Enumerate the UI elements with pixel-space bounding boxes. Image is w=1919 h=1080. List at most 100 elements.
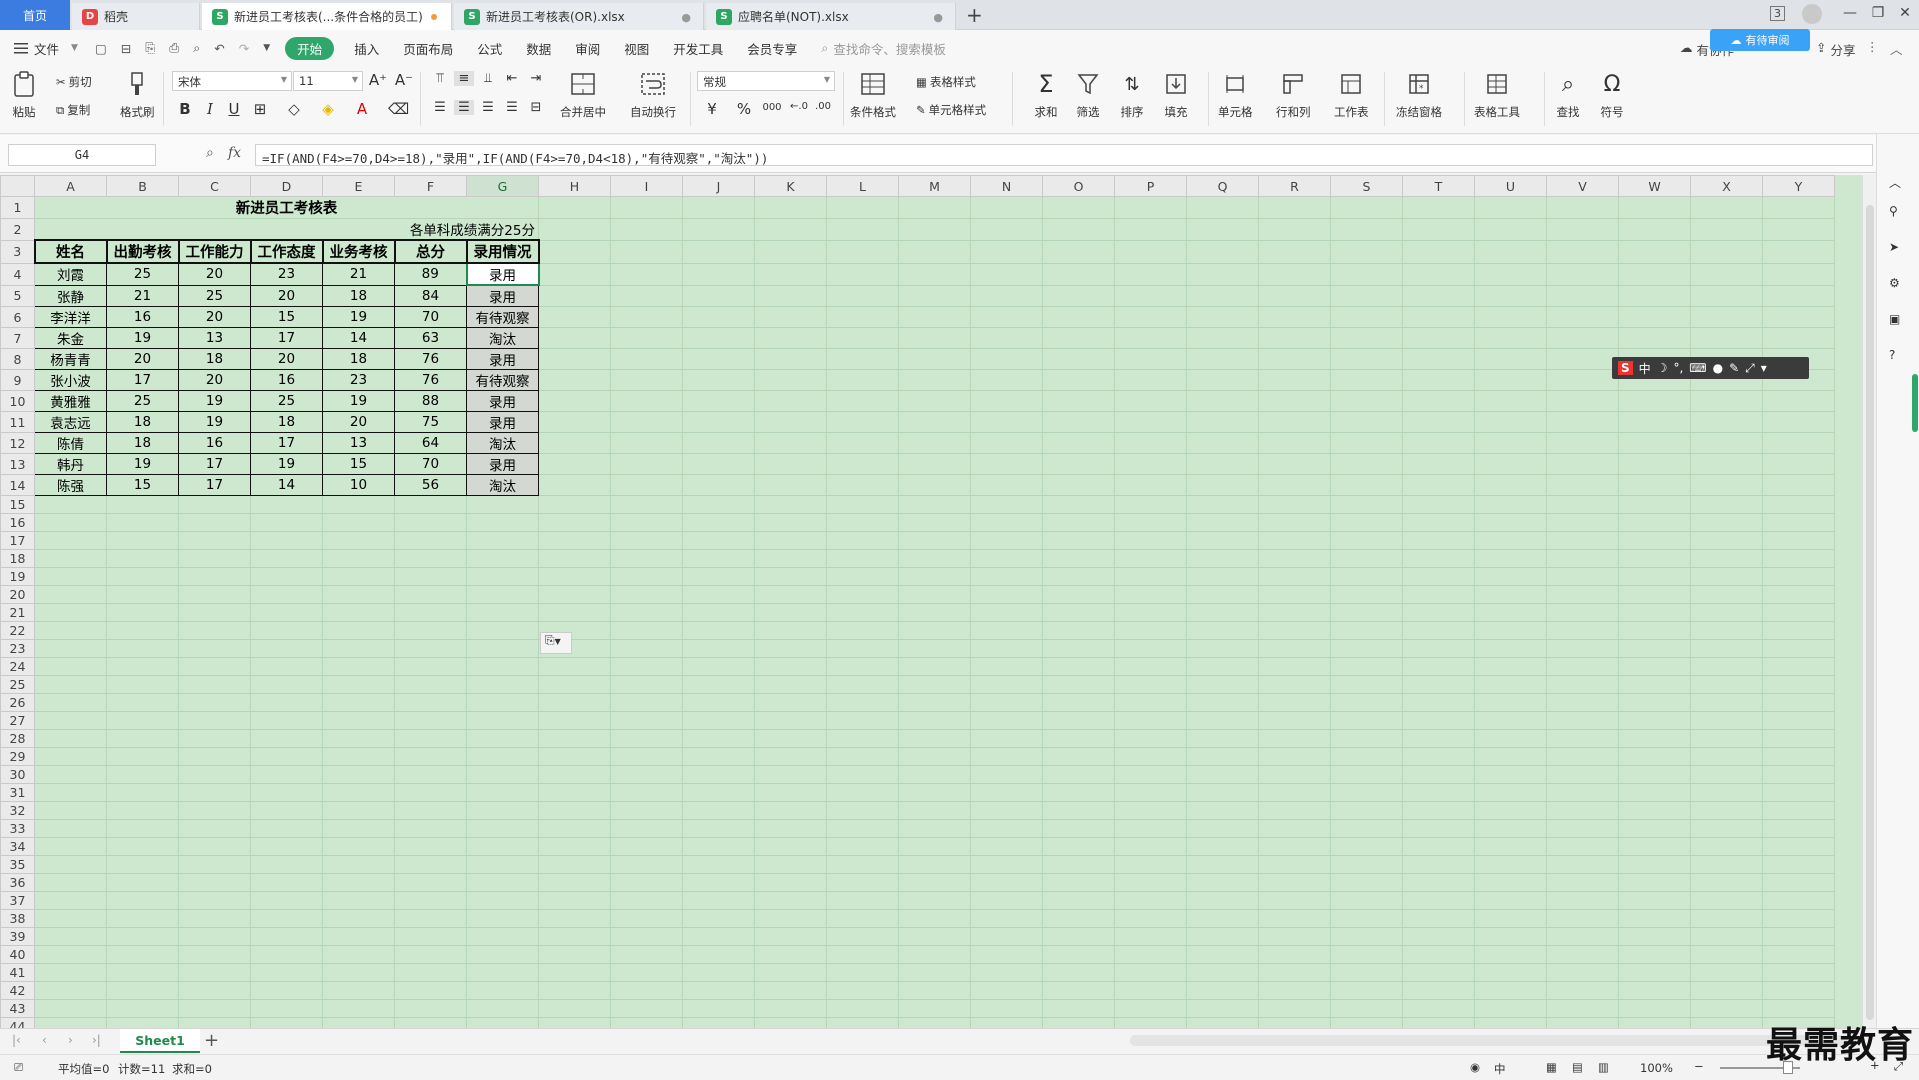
empty-cell[interactable] <box>1762 513 1835 532</box>
empty-cell[interactable] <box>970 999 1043 1018</box>
empty-cell[interactable] <box>34 873 107 892</box>
number-format-select[interactable]: 常规 ▼ <box>697 71 835 91</box>
empty-cell[interactable] <box>754 567 827 586</box>
empty-cell[interactable] <box>394 603 467 622</box>
empty-cell[interactable] <box>538 675 611 694</box>
menu-developer[interactable]: 开发工具 <box>673 39 723 58</box>
data-cell[interactable]: 70 <box>394 306 467 328</box>
empty-cell[interactable] <box>1186 531 1259 550</box>
empty-cell[interactable] <box>610 453 683 475</box>
empty-cell[interactable] <box>610 927 683 946</box>
empty-cell[interactable] <box>610 531 683 550</box>
empty-cell[interactable] <box>394 765 467 784</box>
empty-cell[interactable] <box>1762 474 1835 496</box>
empty-cell[interactable] <box>250 567 323 586</box>
empty-cell[interactable] <box>610 369 683 391</box>
empty-cell[interactable] <box>610 262 683 286</box>
empty-cell[interactable] <box>1474 999 1547 1018</box>
empty-cell[interactable] <box>538 855 611 874</box>
data-cell[interactable]: 23 <box>322 369 395 391</box>
empty-cell[interactable] <box>826 369 899 391</box>
empty-cell[interactable] <box>1546 891 1619 910</box>
empty-cell[interactable] <box>1546 675 1619 694</box>
cloud-badge[interactable]: ☁ 有待审阅 <box>1710 29 1810 51</box>
empty-cell[interactable] <box>1690 218 1763 241</box>
empty-cell[interactable] <box>1618 218 1691 241</box>
empty-cell[interactable] <box>538 981 611 1000</box>
column-header-a[interactable]: A <box>34 175 107 197</box>
empty-cell[interactable] <box>1618 729 1691 748</box>
empty-cell[interactable] <box>1618 639 1691 658</box>
empty-cell[interactable] <box>178 675 251 694</box>
expand-icon[interactable]: ⤢ <box>1745 361 1755 376</box>
row-header-25[interactable]: 25 <box>0 675 35 694</box>
empty-cell[interactable] <box>466 873 539 892</box>
empty-cell[interactable] <box>826 819 899 838</box>
empty-cell[interactable] <box>970 729 1043 748</box>
empty-cell[interactable] <box>178 693 251 712</box>
empty-cell[interactable] <box>898 639 971 658</box>
empty-cell[interactable] <box>1402 495 1475 514</box>
close-window-icon[interactable]: ✕ <box>1893 5 1917 21</box>
empty-cell[interactable] <box>754 239 827 264</box>
empty-cell[interactable] <box>1114 765 1187 784</box>
empty-cell[interactable] <box>1042 474 1115 496</box>
empty-cell[interactable] <box>1402 567 1475 586</box>
empty-cell[interactable] <box>970 891 1043 910</box>
empty-cell[interactable] <box>34 495 107 514</box>
empty-cell[interactable] <box>106 765 179 784</box>
empty-cell[interactable] <box>250 729 323 748</box>
empty-cell[interactable] <box>1474 567 1547 586</box>
menu-insert[interactable]: 插入 <box>354 39 379 58</box>
empty-cell[interactable] <box>106 945 179 964</box>
empty-cell[interactable] <box>322 549 395 568</box>
empty-cell[interactable] <box>1258 1017 1331 1028</box>
empty-cell[interactable] <box>1402 675 1475 694</box>
empty-cell[interactable] <box>898 891 971 910</box>
empty-cell[interactable] <box>1402 837 1475 856</box>
empty-cell[interactable] <box>754 747 827 766</box>
empty-cell[interactable] <box>1690 639 1763 658</box>
empty-cell[interactable] <box>322 945 395 964</box>
empty-cell[interactable] <box>1618 999 1691 1018</box>
empty-cell[interactable] <box>754 657 827 676</box>
empty-cell[interactable] <box>106 675 179 694</box>
cells-button[interactable]: 单元格 <box>1218 70 1253 120</box>
tab-home[interactable]: 首页 <box>0 0 70 30</box>
undo-icon[interactable]: ↶ <box>214 41 224 56</box>
empty-cell[interactable] <box>250 513 323 532</box>
row-header-14[interactable]: 14 <box>0 474 35 496</box>
data-cell[interactable]: 23 <box>250 262 323 286</box>
empty-cell[interactable] <box>826 495 899 514</box>
empty-cell[interactable] <box>1618 873 1691 892</box>
empty-cell[interactable] <box>610 891 683 910</box>
empty-cell[interactable] <box>610 783 683 802</box>
empty-cell[interactable] <box>1330 474 1403 496</box>
empty-cell[interactable] <box>754 873 827 892</box>
empty-cell[interactable] <box>898 239 971 264</box>
properties-icon[interactable]: ⚙ <box>1889 276 1900 290</box>
data-cell[interactable]: 朱金 <box>34 327 107 349</box>
empty-cell[interactable] <box>1474 495 1547 514</box>
empty-cell[interactable] <box>394 855 467 874</box>
empty-cell[interactable] <box>1258 621 1331 640</box>
empty-cell[interactable] <box>1330 981 1403 1000</box>
empty-cell[interactable] <box>1402 819 1475 838</box>
column-header-o[interactable]: O <box>1042 175 1115 197</box>
empty-cell[interactable] <box>610 855 683 874</box>
empty-cell[interactable] <box>1690 747 1763 766</box>
empty-cell[interactable] <box>1402 657 1475 676</box>
empty-cell[interactable] <box>322 1017 395 1028</box>
empty-cell[interactable] <box>610 999 683 1018</box>
empty-cell[interactable] <box>1186 873 1259 892</box>
empty-cell[interactable] <box>610 513 683 532</box>
empty-cell[interactable] <box>34 945 107 964</box>
empty-cell[interactable] <box>1114 218 1187 241</box>
empty-cell[interactable] <box>754 306 827 328</box>
empty-cell[interactable] <box>1762 218 1835 241</box>
empty-cell[interactable] <box>610 747 683 766</box>
empty-cell[interactable] <box>1042 729 1115 748</box>
empty-cell[interactable] <box>826 747 899 766</box>
empty-cell[interactable] <box>754 693 827 712</box>
empty-cell[interactable] <box>1618 711 1691 730</box>
